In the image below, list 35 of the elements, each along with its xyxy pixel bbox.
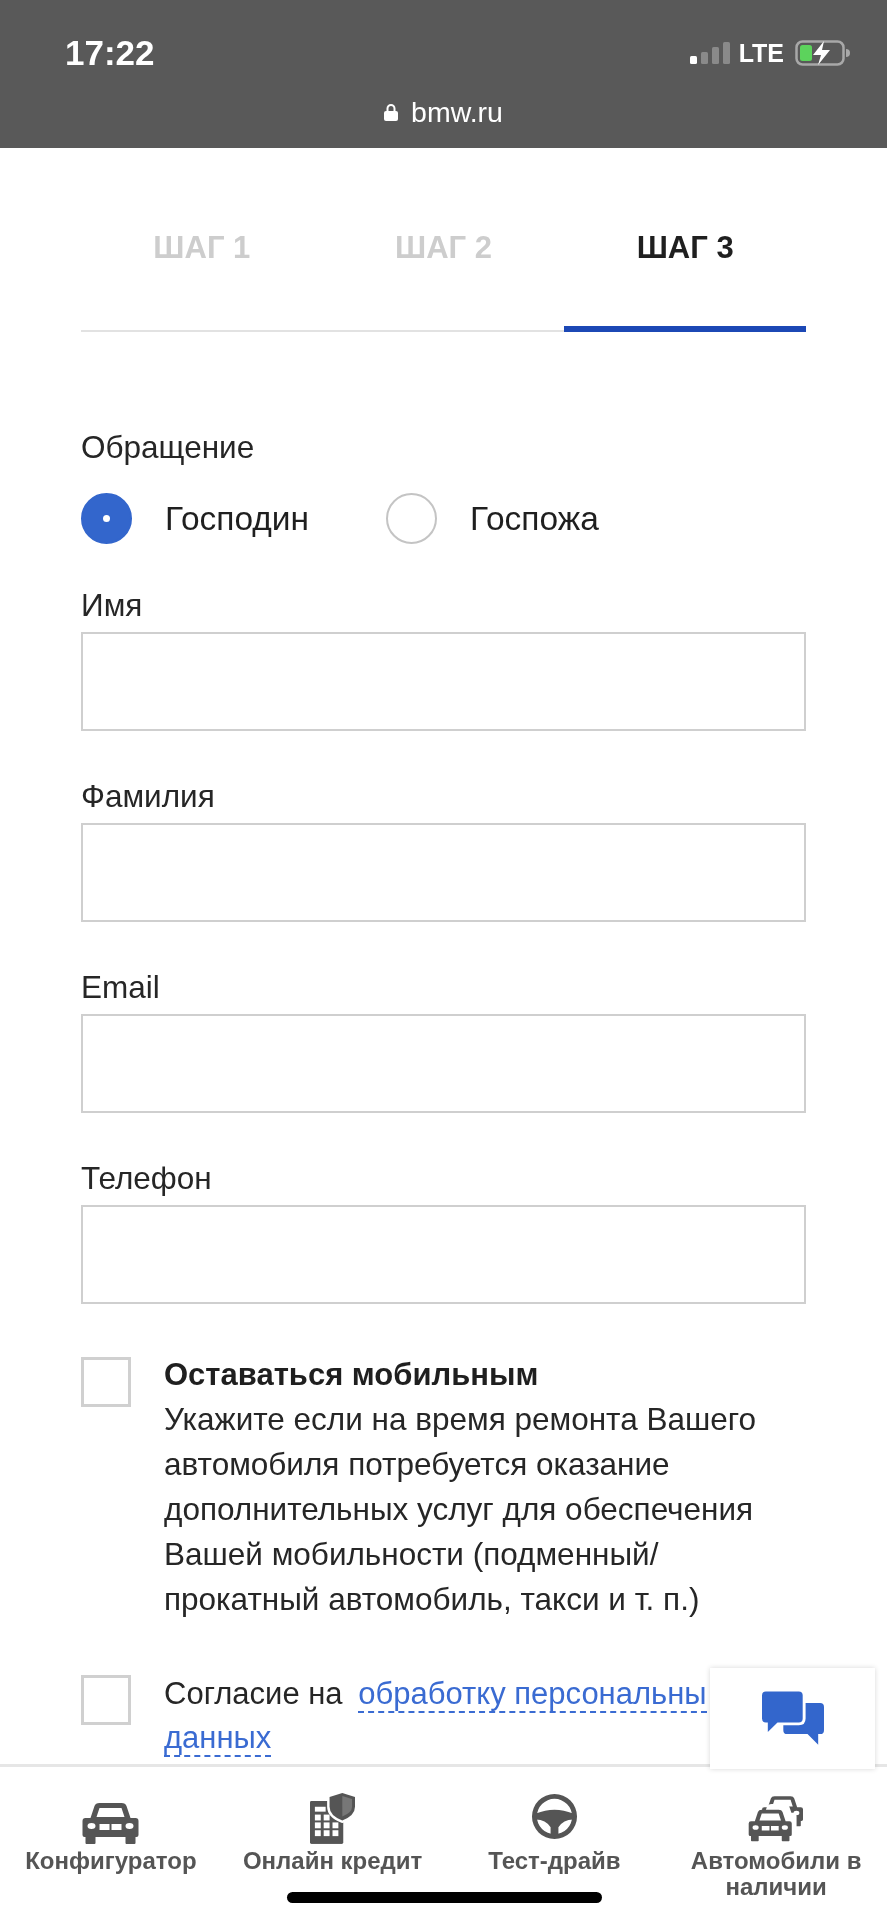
consent-link[interactable]: обработку персональны [358, 1676, 707, 1713]
steering-wheel-icon [530, 1793, 578, 1840]
lock-icon [384, 103, 399, 121]
field-label: Имя [81, 587, 144, 623]
input-field[interactable] [81, 632, 806, 731]
radio-label[interactable]: Господин [165, 499, 310, 538]
two-cars-icon [747, 1794, 806, 1844]
radio-button[interactable] [386, 493, 438, 544]
checkbox-title: Оставаться мобильным [164, 1356, 540, 1394]
field-label: Телефон [81, 1160, 213, 1196]
car-icon [80, 1800, 142, 1844]
status-time: 17:22 [65, 33, 155, 73]
field-label: Фамилия [81, 778, 216, 814]
url-text: bmw.ru [411, 95, 503, 129]
input-field[interactable] [81, 1014, 806, 1113]
checkbox[interactable] [81, 1357, 131, 1407]
checkbox[interactable] [81, 1675, 131, 1725]
signal-icon [689, 42, 730, 64]
input-field[interactable] [81, 823, 806, 922]
consent-label: Согласие на [164, 1676, 343, 1711]
chat-bubbles-icon [761, 1691, 824, 1746]
radio-button[interactable] [81, 493, 132, 544]
radio-label[interactable]: Госпожа [470, 499, 599, 538]
chat-button[interactable] [710, 1668, 875, 1769]
field-label: Обращение [81, 429, 256, 465]
nav-item[interactable]: Автомобили в наличии [665, 1767, 887, 1920]
battery-icon [795, 40, 851, 66]
step-tab[interactable]: ШАГ 3 [564, 208, 806, 332]
input-field[interactable] [81, 1205, 806, 1304]
network-label: LTE [738, 38, 784, 68]
nav-item[interactable]: Конфигуратор [0, 1767, 222, 1920]
calculator-shield-icon [310, 1793, 356, 1844]
consent-link[interactable]: данных [164, 1720, 272, 1757]
checkbox-description: Укажите если на время ремонта Вашего автомобиля потребуется оказание дополнительных услуг для обеспечения Вашей мобильности (подменный/ прокатный автомобиль, такси и т. п.) [164, 1400, 758, 1619]
field-label: Email [81, 969, 161, 1005]
